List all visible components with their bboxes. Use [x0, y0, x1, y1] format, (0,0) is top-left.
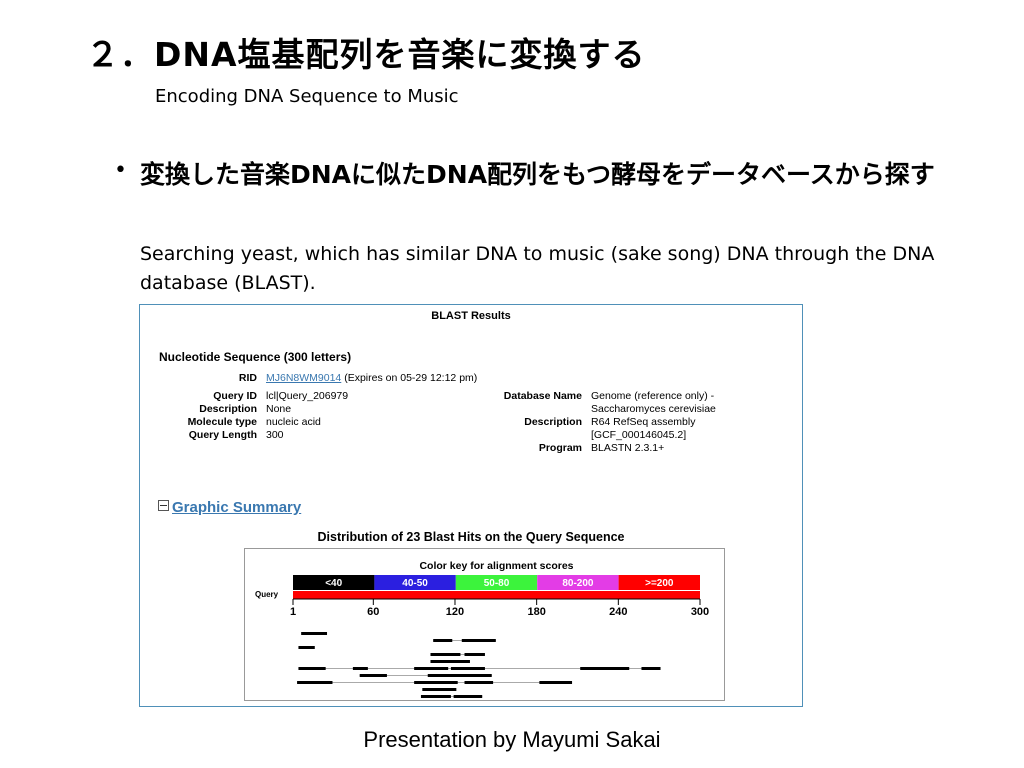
database-name-line2: Saccharomyces cerevisiae — [591, 403, 716, 415]
bullet-icon: • — [114, 158, 127, 183]
blast-results-panel: BLAST Results Nucleotide Sequence (300 l… — [139, 304, 803, 707]
hit-segment — [352, 667, 368, 670]
slide-title: ２．DNA塩基配列を音楽に変換する — [86, 35, 646, 74]
axis-tick-label: 300 — [691, 606, 709, 618]
hit-segment — [641, 667, 661, 670]
rid-link[interactable]: MJ6N8WM9014 — [266, 372, 341, 384]
distribution-title: Distribution of 23 Blast Hits on the Que… — [317, 530, 625, 544]
hit-segment — [420, 695, 451, 698]
query-label: Query — [255, 590, 279, 599]
rid-expiry: (Expires on 05-29 12:12 pm) — [344, 372, 478, 384]
color-key-title: Color key for alignment scores — [419, 560, 573, 572]
rid-label: RID — [238, 372, 257, 384]
axis-tick-label: 240 — [609, 606, 627, 618]
score-bin-label: 40-50 — [402, 578, 428, 589]
hit-segment — [461, 639, 496, 642]
presenter-credit: Presentation by Mayumi Sakai — [363, 727, 661, 752]
axis-tick-label: 120 — [446, 606, 464, 618]
molecule-type-value: nucleic acid — [266, 416, 321, 428]
hit-graphic-box: Color key for alignment scores <40 40-50 50… — [244, 548, 725, 701]
hit-segment — [430, 660, 470, 663]
query-bar — [293, 591, 700, 599]
query-length-label: Query Length — [188, 429, 257, 441]
molecule-type-label: Molecule type — [187, 416, 257, 428]
database-name-label: Database Name — [503, 390, 582, 402]
collapse-toggle-icon[interactable] — [158, 500, 169, 511]
description-value: None — [266, 403, 292, 415]
hit-distribution-chart: Color key for alignment scores <40 40-50 50… — [255, 560, 709, 698]
hit-segment — [453, 695, 483, 698]
score-bin-label: >=200 — [645, 578, 674, 589]
score-bin-label: 50-80 — [484, 578, 510, 589]
graphic-summary-link[interactable]: Graphic Summary — [158, 499, 301, 516]
hit-segment — [464, 674, 492, 677]
blast-results-header: BLAST Results — [431, 310, 511, 322]
axis-tick-label: 180 — [527, 606, 545, 618]
hit-segment — [359, 674, 387, 677]
hit-segment — [433, 639, 453, 642]
hit-segment — [427, 674, 466, 677]
description-label: Description — [199, 403, 257, 415]
hit-segment — [414, 681, 458, 684]
score-bin-label: 80-200 — [562, 578, 594, 589]
hit-segment — [414, 667, 449, 670]
graphic-summary-label: Graphic Summary — [172, 499, 302, 516]
hit-segment — [301, 632, 328, 635]
axis-tick-label: 60 — [367, 606, 379, 618]
hit-segment — [297, 681, 333, 684]
axis-tick-label: 1 — [290, 606, 296, 618]
query-length-value: 300 — [266, 429, 284, 441]
hit-segment — [580, 667, 630, 670]
score-bin-label: <40 — [325, 578, 342, 589]
hit-segment — [430, 653, 461, 656]
rid-row: MJ6N8WM9014 (Expires on 05-29 12:12 pm) — [266, 372, 477, 385]
program-value: BLASTN 2.3.1+ — [591, 442, 665, 454]
database-name-line1: Genome (reference only) - — [591, 390, 715, 402]
hit-segment — [539, 681, 573, 684]
bullet-text: 変換した音楽DNAに似たDNA配列をもつ酵母をデータベースから探す — [140, 160, 935, 189]
hit-segment — [450, 667, 485, 670]
query-id-value: lcl|Query_206979 — [266, 390, 349, 402]
hit-segment — [464, 681, 494, 684]
slide-subtitle: Encoding DNA Sequence to Music — [155, 86, 459, 107]
program-label: Program — [538, 442, 582, 454]
hit-segment — [298, 646, 315, 649]
bullet-translation: Searching yeast, which has similar DNA t… — [140, 243, 935, 294]
hit-segment — [464, 653, 485, 656]
db-description-line1: R64 RefSeq assembly — [591, 416, 696, 428]
query-id-label: Query ID — [213, 390, 257, 402]
db-description-label: Description — [524, 416, 582, 428]
nucleotide-sequence-title: Nucleotide Sequence (300 letters) — [159, 350, 352, 364]
db-description-line2: [GCF_000146045.2] — [591, 429, 687, 441]
hit-segment — [422, 688, 457, 691]
hit-segment — [298, 667, 326, 670]
